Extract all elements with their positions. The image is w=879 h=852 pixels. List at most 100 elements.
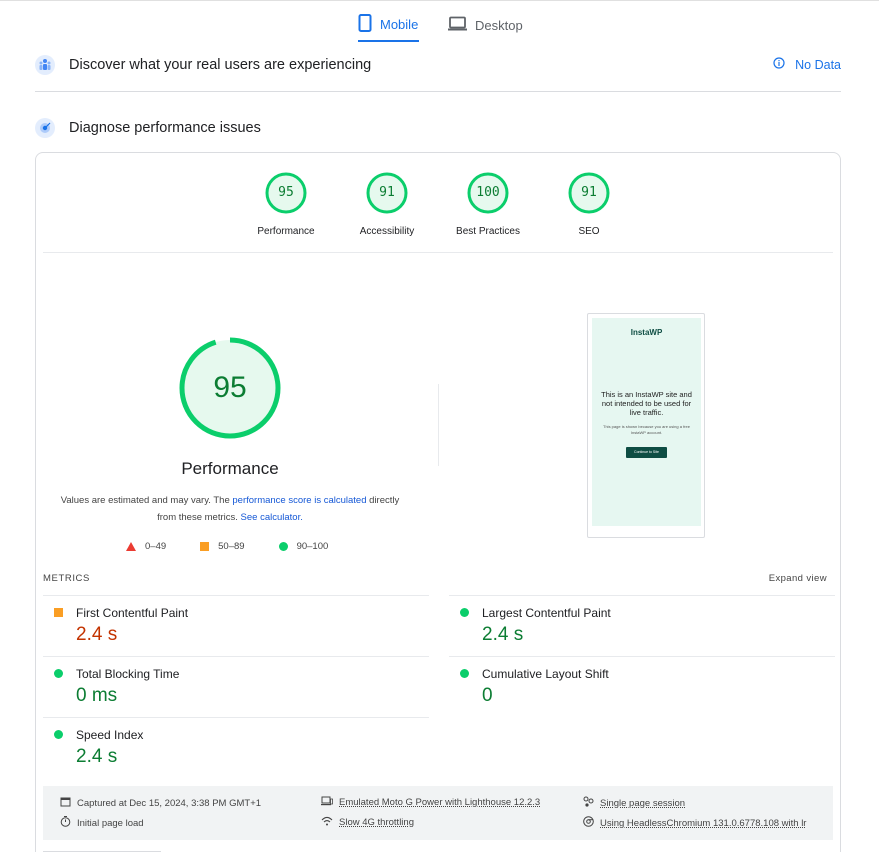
device-icon	[321, 796, 333, 809]
runtime-settings: Captured at Dec 15, 2024, 3:38 PM GMT+1 …	[43, 786, 833, 840]
score-calculated-link[interactable]: performance score is calculated	[232, 495, 366, 506]
device-item[interactable]: Emulated Moto G Power with Lighthouse 12…	[321, 796, 540, 809]
calendar-icon	[60, 796, 71, 810]
field-data-section: Discover what your real users are experi…	[35, 50, 841, 80]
performance-title: Performance	[181, 459, 279, 478]
field-data-title: Discover what your real users are experi…	[69, 57, 372, 73]
performance-score: 95	[213, 371, 247, 404]
fail-triangle-icon	[126, 542, 136, 551]
users-experience-icon	[35, 55, 55, 75]
browser-item[interactable]: Using HeadlessChromium 131.0.6778.108 wi…	[583, 816, 806, 830]
pass-circle-icon	[460, 669, 469, 678]
metric-value: 2.4 s	[482, 624, 524, 645]
metrics-header: METRICS	[43, 573, 90, 584]
lab-data-icon	[35, 118, 55, 138]
legend-average-label: 50–89	[218, 541, 245, 552]
gauges-divider	[43, 252, 833, 253]
tab-desktop-label: Desktop	[475, 17, 523, 33]
gauge-ring: 91	[568, 172, 610, 214]
performance-gauge: 95	[178, 336, 282, 440]
wifi-icon	[321, 816, 333, 829]
metric-tbt: Total Blocking Time 0 ms	[43, 656, 429, 717]
metric-name: Total Blocking Time	[76, 667, 180, 681]
continue-button: Continue to Site	[626, 447, 667, 458]
metric-value: 2.4 s	[76, 624, 118, 645]
chrome-icon	[583, 816, 594, 830]
laptop-icon	[448, 16, 467, 34]
gauge-seo[interactable]: 91 SEO	[544, 172, 634, 237]
legend-pass: 90–100	[278, 541, 329, 552]
no-data-status[interactable]: No Data	[773, 57, 841, 72]
gauge-label: Accessibility	[359, 226, 415, 237]
session-icon	[583, 796, 594, 810]
captured-text: Captured at Dec 15, 2024, 3:38 PM GMT+1	[77, 797, 262, 809]
session-text: Single page session	[600, 797, 686, 809]
metric-lcp: Largest Contentful Paint 2.4 s	[449, 595, 835, 656]
note-prefix: Values are estimated and may vary. The	[60, 495, 233, 506]
tab-mobile-label: Mobile	[380, 16, 419, 32]
metric-cls: Cumulative Layout Shift 0	[449, 656, 835, 717]
top-border	[0, 0, 879, 1]
gauge-ring: 95	[265, 172, 307, 214]
pass-circle-icon	[54, 730, 63, 739]
diagnose-section: Diagnose performance issues	[35, 113, 841, 143]
gauge-ring: 100	[467, 172, 509, 214]
expand-view-toggle[interactable]: Expand view	[769, 573, 827, 584]
gauge-score: 95	[278, 185, 294, 200]
screenshot-screen: InstaWP This is an InstaWP site and not …	[592, 318, 701, 526]
gauge-performance[interactable]: 95 Performance	[241, 172, 331, 237]
metric-value: 2.4 s	[76, 746, 118, 767]
no-data-label: No Data	[795, 57, 841, 72]
average-square-icon	[200, 542, 210, 551]
metric-name: Largest Contentful Paint	[482, 606, 611, 620]
score-legend: 0–49 50–89 90–100	[126, 541, 362, 552]
device-text: Emulated Moto G Power with Lighthouse 12…	[339, 797, 541, 808]
category-gauges: 95 Performance 91 Accessibility 100 Best…	[0, 172, 879, 242]
captured-item: Captured at Dec 15, 2024, 3:38 PM GMT+1	[60, 796, 261, 810]
gauge-ring: 91	[366, 172, 408, 214]
timer-icon	[60, 816, 71, 830]
performance-note: Values are estimated and may vary. The p…	[55, 492, 405, 526]
metric-fcp: First Contentful Paint 2.4 s	[43, 595, 429, 656]
legend-pass-label: 90–100	[296, 541, 329, 552]
legend-average: 50–89	[200, 541, 245, 552]
gauge-accessibility[interactable]: 91 Accessibility	[342, 172, 432, 237]
metric-value: 0	[482, 685, 493, 706]
metric-name: First Contentful Paint	[76, 606, 189, 620]
gauge-score: 100	[476, 185, 500, 200]
legend-fail-label: 0–49	[145, 541, 167, 552]
gauge-score: 91	[379, 185, 395, 200]
legend-fail: 0–49	[126, 541, 166, 552]
diagnose-title: Diagnose performance issues	[69, 120, 261, 136]
gauge-label: SEO	[578, 226, 600, 237]
info-icon	[773, 57, 785, 72]
metric-value: 0 ms	[76, 685, 118, 706]
gauge-best-practices[interactable]: 100 Best Practices	[443, 172, 533, 237]
browser-text: Using HeadlessChromium 131.0.6778.108 wi…	[600, 817, 807, 829]
initial-load-text: Initial page load	[77, 817, 144, 829]
screenshot-message: This is an InstaWP site and not intended…	[601, 390, 692, 417]
section-divider	[35, 91, 841, 92]
gauge-score: 91	[581, 185, 597, 200]
see-calculator-link[interactable]: See calculator.	[241, 512, 303, 523]
tab-mobile[interactable]: Mobile	[358, 8, 419, 42]
phone-icon	[358, 13, 372, 35]
pass-circle-icon	[278, 542, 288, 551]
final-screenshot[interactable]: InstaWP This is an InstaWP site and not …	[587, 313, 705, 538]
metric-si: Speed Index 2.4 s	[43, 717, 429, 778]
pass-circle-icon	[460, 608, 469, 617]
tab-desktop[interactable]: Desktop	[448, 8, 523, 42]
metric-name: Speed Index	[76, 728, 144, 742]
initial-load-item: Initial page load	[60, 816, 144, 830]
throttling-item[interactable]: Slow 4G throttling	[321, 816, 414, 829]
average-square-icon	[54, 608, 63, 617]
metric-name: Cumulative Layout Shift	[482, 667, 609, 681]
instawp-logo: InstaWP	[630, 328, 663, 337]
pass-circle-icon	[54, 669, 63, 678]
gauge-label: Best Practices	[456, 226, 520, 237]
session-item[interactable]: Single page session	[583, 796, 685, 810]
throttling-text: Slow 4G throttling	[339, 817, 414, 828]
gauge-label: Performance	[257, 226, 315, 237]
screenshot-small-text: This page is shown because you are using…	[603, 424, 690, 435]
device-tabs: Mobile Desktop	[0, 8, 879, 42]
